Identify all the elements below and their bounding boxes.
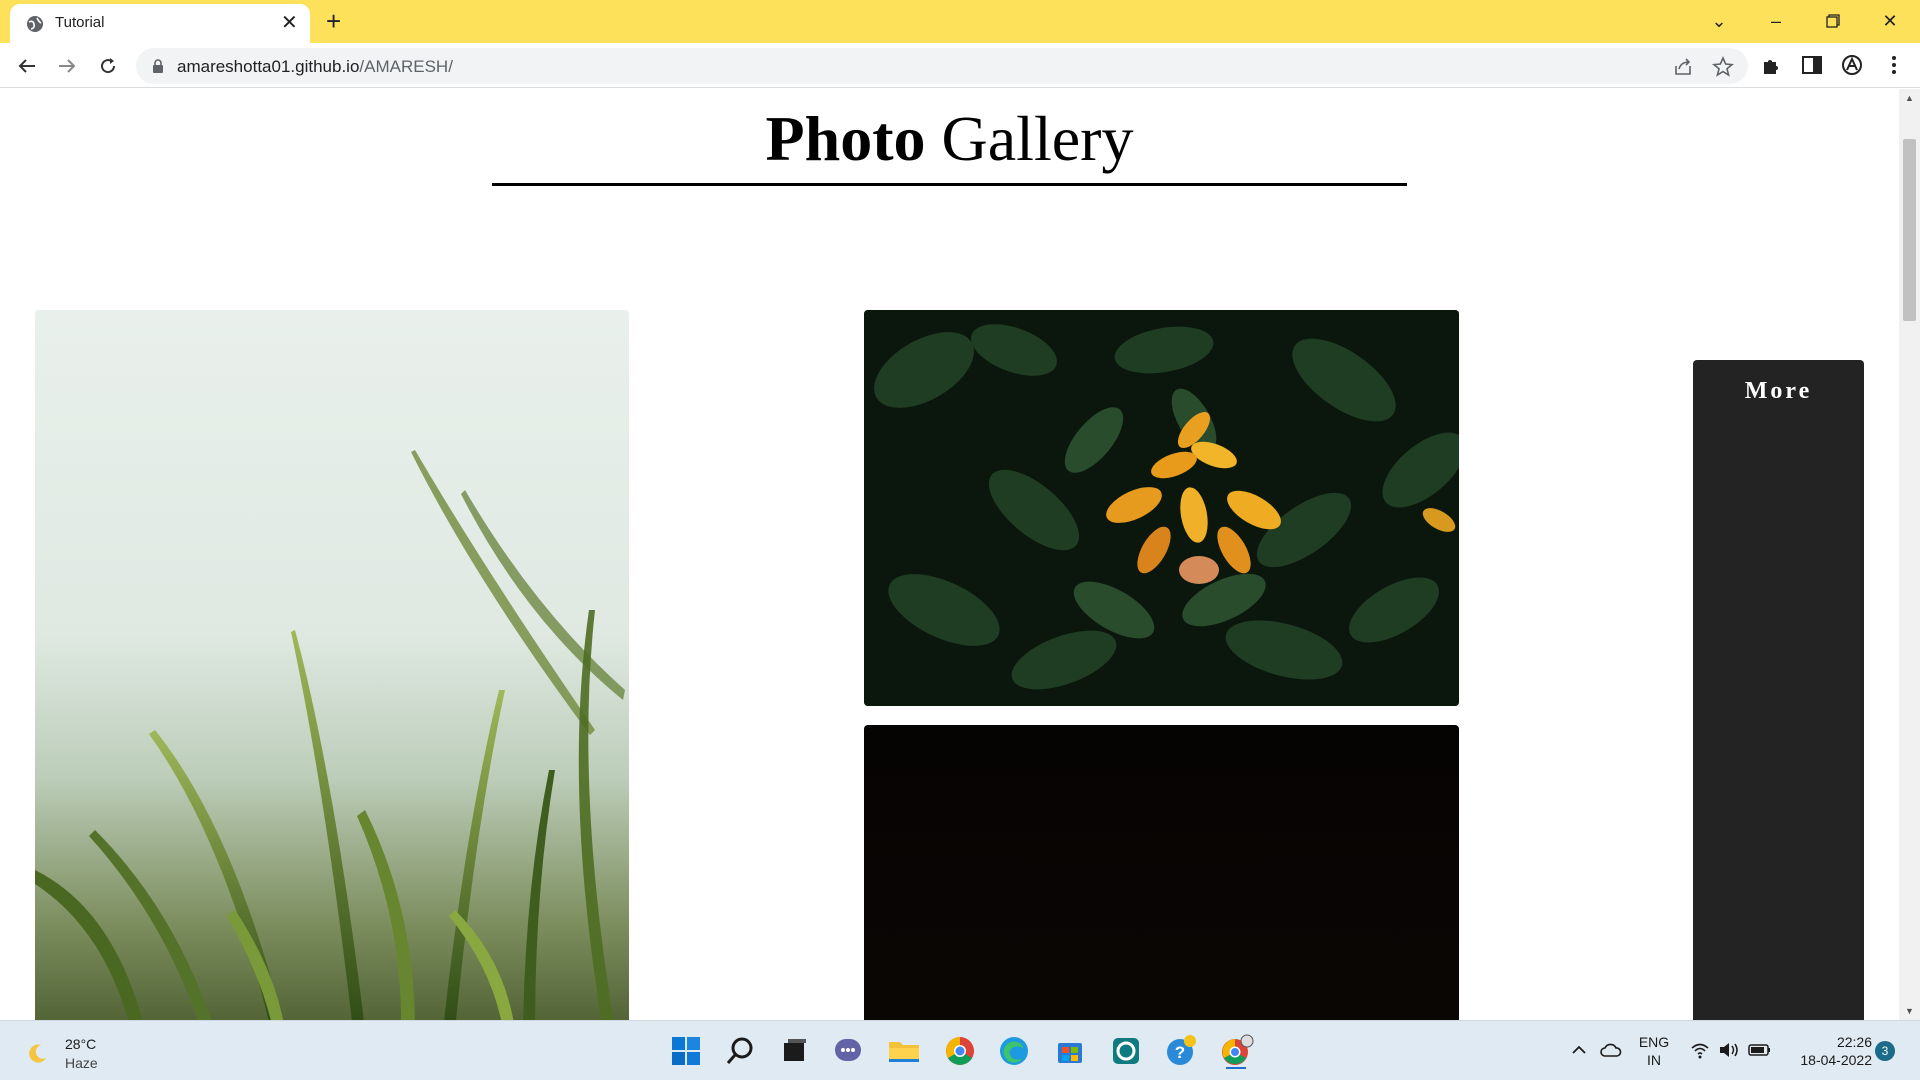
side-panel-icon[interactable] xyxy=(1800,53,1824,77)
app-icon-teal[interactable] xyxy=(1108,1033,1144,1069)
tab-title: Tutorial xyxy=(55,14,105,31)
browser-toolbar: amareshotta01.github.io/AMARESH/ xyxy=(0,43,1920,88)
flower-image xyxy=(864,310,1459,706)
weather-temp: 28°C xyxy=(65,1036,97,1052)
gallery-photo-flower[interactable] xyxy=(864,310,1459,706)
url-text[interactable]: amareshotta01.github.io/AMARESH/ xyxy=(177,57,453,77)
more-label: More xyxy=(1744,378,1813,404)
file-explorer-icon[interactable] xyxy=(886,1033,922,1069)
edge-icon[interactable] xyxy=(996,1033,1032,1069)
profile-avatar-icon[interactable] xyxy=(1840,53,1864,77)
notification-badge[interactable]: 3 xyxy=(1875,1041,1895,1061)
globe-icon xyxy=(27,16,43,32)
chrome-icon[interactable] xyxy=(942,1033,978,1069)
grass-image xyxy=(35,450,625,1020)
volume-icon[interactable] xyxy=(1718,1041,1740,1059)
address-bar[interactable]: amareshotta01.github.io/AMARESH/ xyxy=(136,48,1748,84)
tab-search-icon[interactable]: ⌄ xyxy=(1699,6,1739,36)
gallery-photo-grass[interactable] xyxy=(35,310,629,1020)
url-path: /AMARESH/ xyxy=(359,57,453,76)
wifi-icon[interactable] xyxy=(1690,1041,1710,1059)
taskbar: 28°C Haze ? ENG IN 22:26 18-04-2022 3 xyxy=(0,1020,1920,1080)
scroll-thumb[interactable] xyxy=(1903,139,1916,321)
microsoft-store-icon[interactable] xyxy=(1052,1033,1088,1069)
lang-line-2: IN xyxy=(1647,1052,1661,1068)
tab-close-icon[interactable]: ✕ xyxy=(281,13,298,33)
tab-strip: Tutorial ✕ + ⌄ – ✕ xyxy=(0,0,1920,43)
forward-button[interactable] xyxy=(50,49,84,83)
lock-icon[interactable] xyxy=(150,58,166,74)
weather-widget[interactable]: 28°C Haze xyxy=(22,1031,142,1073)
chrome-profile-icon[interactable] xyxy=(1218,1033,1254,1069)
more-panel[interactable]: More xyxy=(1693,360,1864,1020)
scroll-down-arrow-icon[interactable]: ▼ xyxy=(1899,1002,1920,1020)
teams-chat-icon[interactable] xyxy=(830,1033,866,1069)
url-host: amareshotta01.github.io xyxy=(177,57,360,76)
svg-text:?: ? xyxy=(1175,1043,1185,1062)
browser-tab[interactable]: Tutorial ✕ xyxy=(10,4,310,43)
menu-kebab-icon[interactable] xyxy=(1882,53,1906,77)
title-underline xyxy=(492,183,1407,186)
new-tab-button[interactable]: + xyxy=(326,8,341,34)
start-windows-icon[interactable] xyxy=(668,1033,704,1069)
scroll-up-arrow-icon[interactable]: ▲ xyxy=(1899,89,1920,107)
page-viewport: Photo Gallery More xyxy=(0,89,1899,1020)
show-hidden-icons-chevron-icon[interactable] xyxy=(1570,1043,1588,1057)
page-scrollbar[interactable]: ▲ ▼ xyxy=(1899,89,1920,1020)
page-title: Photo Gallery xyxy=(0,101,1899,177)
extensions-puzzle-icon[interactable] xyxy=(1760,53,1784,77)
moon-weather-icon xyxy=(29,1044,46,1063)
bookmark-star-icon[interactable] xyxy=(1712,56,1734,78)
search-icon[interactable] xyxy=(722,1033,758,1069)
clock-date: 18-04-2022 xyxy=(1800,1052,1872,1068)
battery-icon[interactable] xyxy=(1748,1042,1772,1058)
weather-condition: Haze xyxy=(65,1055,98,1071)
restore-button[interactable] xyxy=(1813,6,1853,36)
back-button[interactable] xyxy=(10,49,44,83)
minimize-button[interactable]: – xyxy=(1756,6,1796,36)
close-window-button[interactable]: ✕ xyxy=(1870,6,1910,36)
onedrive-cloud-icon[interactable] xyxy=(1600,1041,1622,1059)
lang-line-1: ENG xyxy=(1638,1034,1670,1050)
reload-button[interactable] xyxy=(91,49,125,83)
help-icon[interactable]: ? xyxy=(1162,1033,1198,1069)
clock[interactable]: 22:26 18-04-2022 xyxy=(1782,1033,1872,1069)
task-view-icon[interactable] xyxy=(776,1033,812,1069)
page-title-regular: Gallery xyxy=(941,103,1134,174)
share-icon[interactable] xyxy=(1672,56,1694,78)
input-language[interactable]: ENG IN xyxy=(1634,1033,1674,1069)
page-title-bold: Photo xyxy=(765,103,926,174)
clock-time: 22:26 xyxy=(1836,1034,1872,1050)
gallery-photo-dark[interactable] xyxy=(864,725,1459,1020)
